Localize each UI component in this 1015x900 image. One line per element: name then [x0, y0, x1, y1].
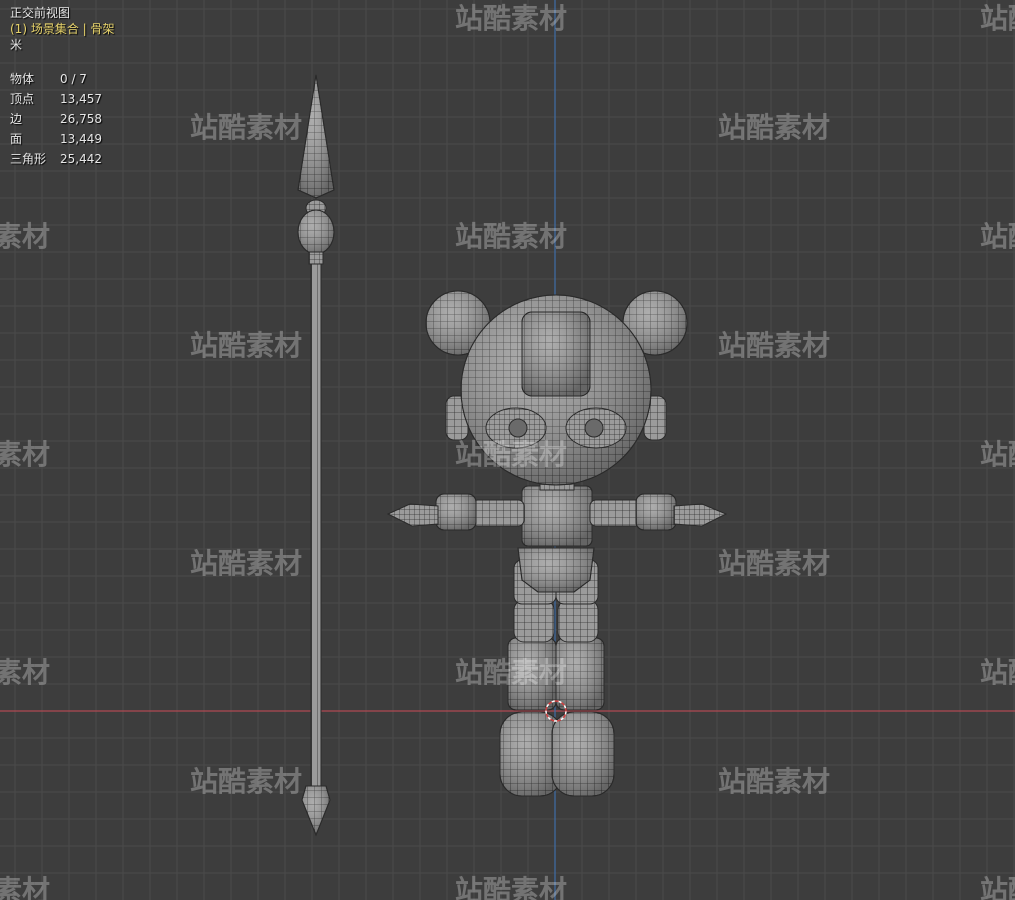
watermark-text: 站酷素材 [718, 547, 830, 580]
stat-label: 边 [10, 112, 23, 126]
watermark-text: 站酷素材 [455, 2, 567, 35]
stat-value: 0 / 7 [60, 72, 87, 86]
watermark-text: 站酷素材 [0, 438, 50, 471]
collection-label: (1) 场景集合 | 骨架 [10, 22, 115, 36]
stat-label: 三角形 [10, 152, 47, 166]
watermark-text: 站酷素材 [718, 329, 830, 362]
watermark-text: 站酷素材 [980, 2, 1015, 35]
statistics-panel: 物体 0 / 7 顶点 13,457 边 26,758 面 13,449 三角形… [10, 69, 140, 169]
stat-row-objects: 物体 0 / 7 [10, 69, 140, 89]
stat-row-triangles: 三角形 25,442 [10, 149, 140, 169]
watermark-text: 站酷素材 [455, 220, 567, 253]
watermark-text: 站酷素材 [190, 765, 302, 798]
watermark-text: 站酷素材 [980, 874, 1015, 900]
stat-label: 面 [10, 132, 23, 146]
watermark-text: 站酷素材 [190, 111, 302, 144]
stat-row-vertices: 顶点 13,457 [10, 89, 140, 109]
3d-viewport[interactable]: 站酷素材站酷素材站酷素材站酷素材站酷素材站酷素材站酷素材站酷素材站酷素材站酷素材… [0, 0, 1015, 900]
watermark-text: 站酷素材 [718, 765, 830, 798]
stat-label: 物体 [10, 72, 35, 86]
watermark-text: 站酷素材 [980, 656, 1015, 689]
stat-value: 13,449 [60, 132, 102, 146]
watermark-text: 站酷素材 [190, 329, 302, 362]
watermark-text: 站酷素材 [980, 220, 1015, 253]
viewport-info-overlay: 正交前视图 (1) 场景集合 | 骨架 米 物体 0 / 7 顶点 13,457… [10, 5, 140, 169]
watermark-text: 站酷素材 [0, 656, 50, 689]
viewport-canvas[interactable]: 站酷素材站酷素材站酷素材站酷素材站酷素材站酷素材站酷素材站酷素材站酷素材站酷素材… [0, 0, 1015, 900]
view-name-label: 正交前视图 [10, 6, 71, 20]
stat-value: 26,758 [60, 112, 102, 126]
watermark-text: 站酷素材 [190, 547, 302, 580]
stat-value: 25,442 [60, 152, 102, 166]
stat-row-faces: 面 13,449 [10, 129, 140, 149]
spear-mesh[interactable] [297, 74, 335, 837]
stat-label: 顶点 [10, 92, 35, 106]
watermark-text: 站酷素材 [0, 874, 50, 900]
watermark-text: 站酷素材 [455, 874, 567, 900]
stat-row-edges: 边 26,758 [10, 109, 140, 129]
watermark-text: 站酷素材 [980, 438, 1015, 471]
stat-value: 13,457 [60, 92, 102, 106]
watermark-text: 站酷素材 [455, 438, 567, 471]
units-label: 米 [10, 38, 23, 52]
watermark-text: 站酷素材 [455, 656, 567, 689]
watermark-text: 站酷素材 [0, 220, 50, 253]
watermark-text: 站酷素材 [718, 111, 830, 144]
